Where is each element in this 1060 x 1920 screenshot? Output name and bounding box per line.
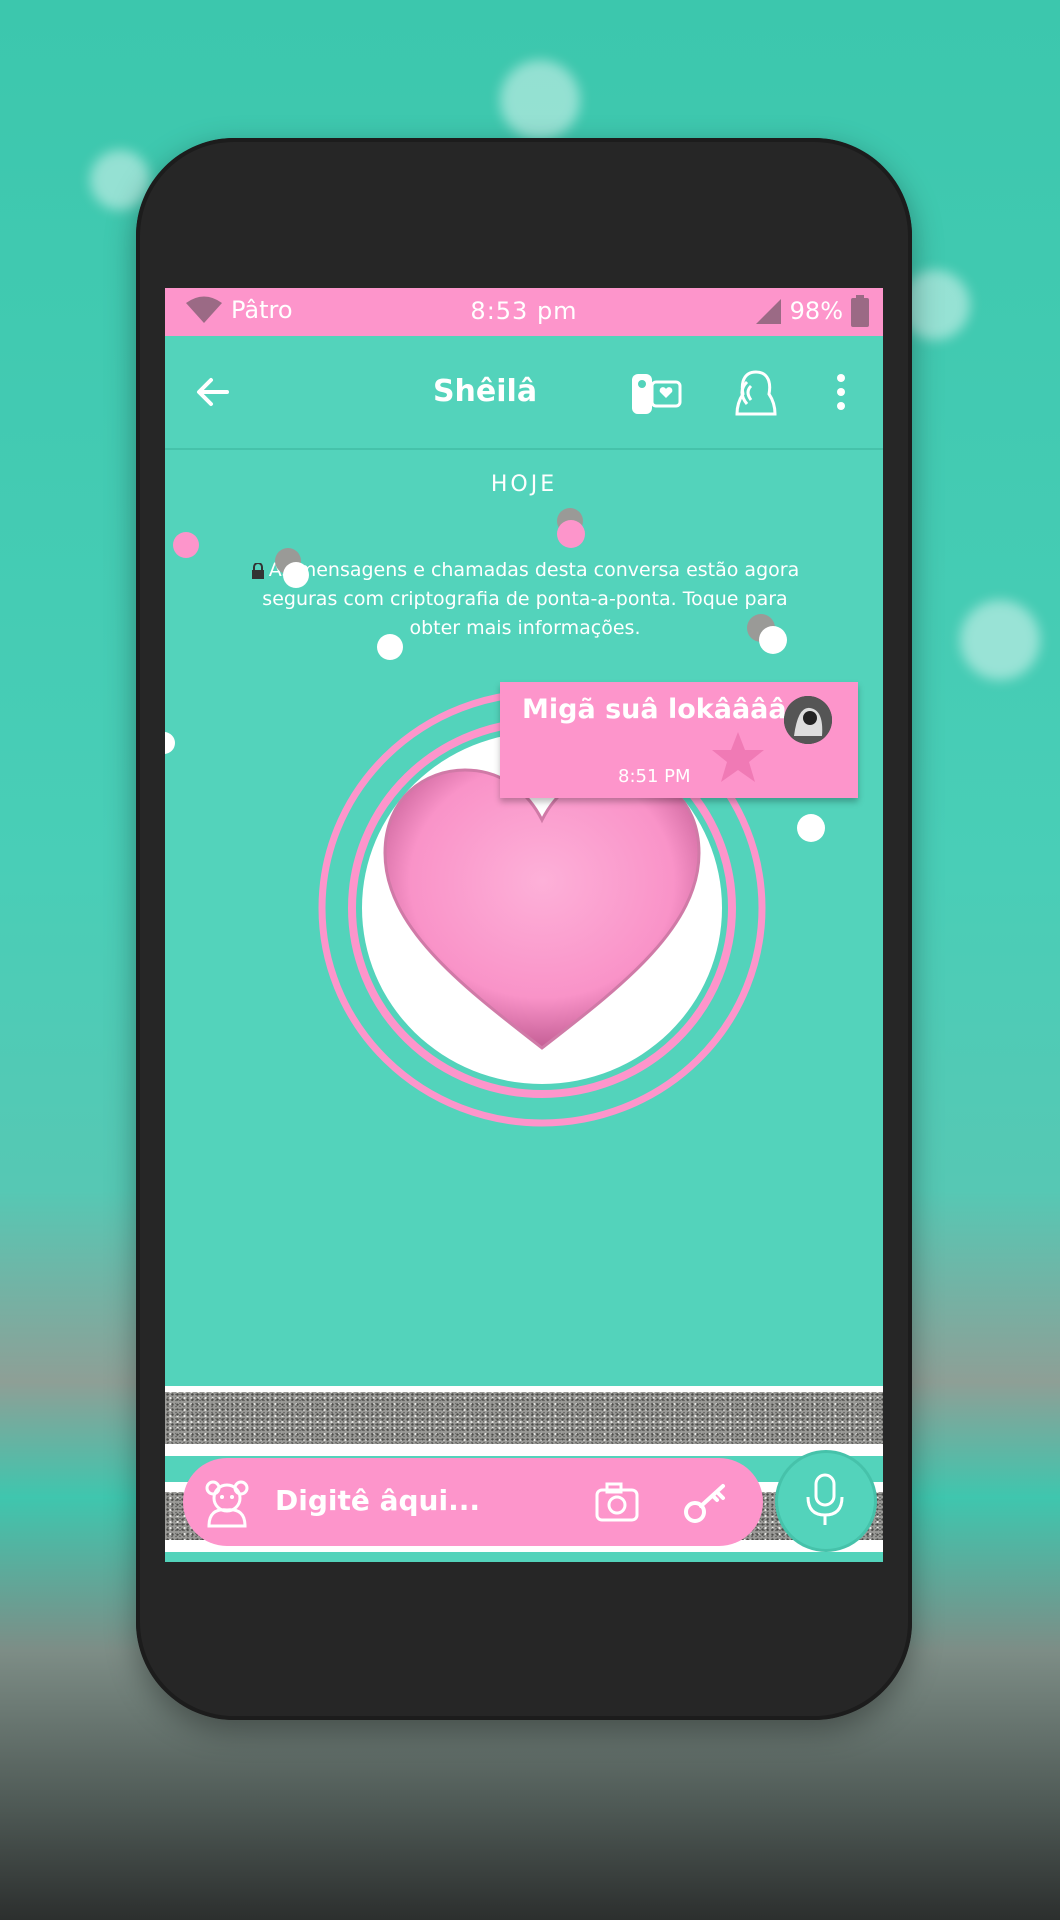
message-text: Migã suâ lokââââ [522, 694, 787, 725]
status-right: 98% [754, 295, 869, 327]
confetti-dot [759, 626, 787, 654]
encryption-notice-text: As mensagens e chamadas desta conversa e… [262, 559, 800, 639]
message-time: 8:51 PM [618, 766, 691, 787]
microphone-icon [806, 1473, 844, 1525]
attach-icon[interactable] [683, 1480, 731, 1524]
confetti-dot [165, 732, 175, 754]
back-arrow-icon[interactable] [191, 370, 235, 414]
background-bokeh [90, 150, 150, 210]
star-icon [712, 732, 764, 782]
background-bokeh [500, 60, 580, 140]
chat-area: HOJE As mensagens e chamadas desta conve… [165, 450, 883, 1562]
outgoing-message[interactable]: Migã suâ lokââââ 8:51 PM [500, 682, 858, 798]
chat-app-bar: Shêilâ [165, 336, 883, 450]
voice-call-icon[interactable] [729, 366, 783, 420]
status-bar: Pâtro 8:53 pm 98% [165, 288, 883, 336]
more-vert-icon[interactable] [829, 370, 853, 414]
signal-icon [755, 299, 781, 324]
date-divider: HOJE [490, 472, 558, 497]
camera-icon[interactable] [593, 1478, 641, 1526]
microphone-button[interactable] [775, 1450, 877, 1552]
confetti-dot [797, 814, 825, 842]
glitter-stripe [165, 1392, 883, 1444]
battery-percent: 98% [789, 297, 843, 325]
lock-icon [251, 561, 264, 579]
teal-stripe [165, 1552, 883, 1562]
video-call-icon[interactable] [630, 368, 682, 420]
battery-icon [851, 295, 869, 327]
confetti-dot [557, 520, 585, 548]
encryption-notice[interactable]: As mensagens e chamadas desta conversa e… [235, 556, 815, 643]
confetti-dot [283, 562, 309, 588]
message-composer[interactable]: Digitê âqui... [183, 1458, 763, 1546]
avatar [784, 696, 832, 744]
message-input[interactable]: Digitê âqui... [275, 1484, 480, 1517]
background-bokeh [960, 600, 1040, 680]
confetti-dot [173, 532, 199, 558]
phone-screen: Pâtro 8:53 pm 98% Shêilâ HOJE As mensage… [165, 288, 883, 1562]
emoji-bear-icon[interactable] [201, 1476, 253, 1528]
contact-name[interactable]: Shêilâ [385, 374, 585, 409]
confetti-dot [377, 634, 403, 660]
